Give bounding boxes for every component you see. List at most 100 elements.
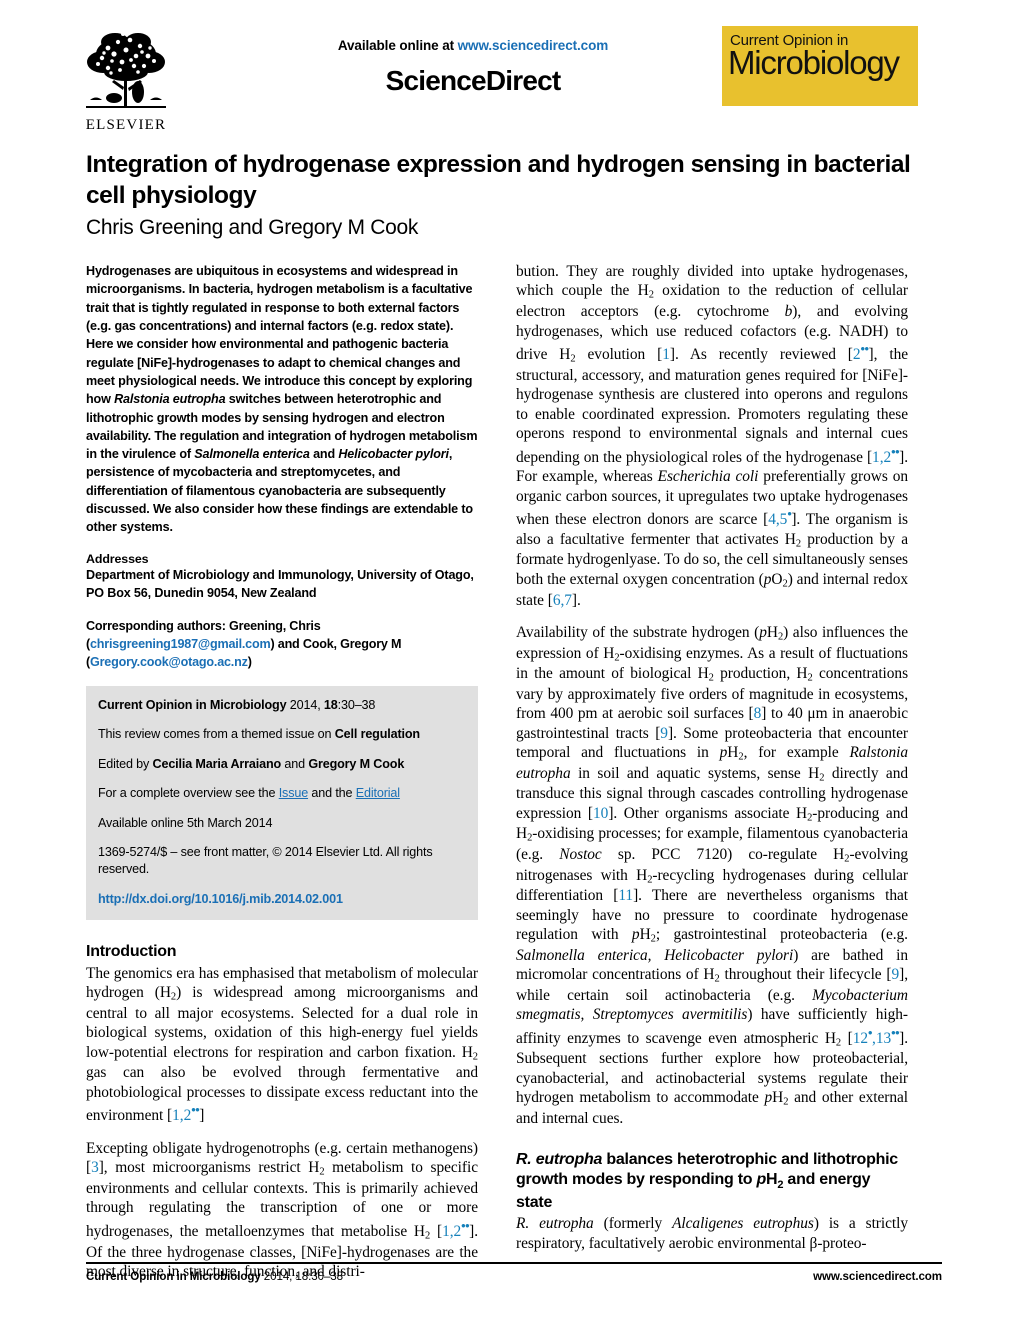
heading-seg-2: H [766,1170,778,1188]
corresponding-authors: Corresponding authors: Greening, Chris (… [86,618,478,672]
citation-ref-12[interactable]: 12• [853,1026,873,1047]
rp2-seg-5: production, H [713,665,808,683]
rp2-seg-29: H [772,1089,784,1107]
rp2-seg-9: H [727,744,739,762]
ref-number: 2 [852,346,861,364]
masthead: ELSEVIER Available online at www.science… [78,24,942,140]
ref-stars: •• [860,342,869,357]
corresponding-email-1[interactable]: chrisgreening1987@gmail.com [90,637,271,651]
journal-article-page: ELSEVIER Available online at www.science… [0,0,1020,1323]
journal-logo-main-text: Microbiology [728,44,900,81]
doi-link-wrapper: http://dx.doi.org/10.1016/j.mib.2014.02.… [98,891,466,908]
address-line-2: PO Box 56, Dunedin 9054, New Zealand [86,585,317,600]
citation-ref-13[interactable]: 13•• [875,1026,900,1047]
heading-italic-1: R. eutropha [516,1151,603,1169]
citation-ref-2[interactable]: 2•• [852,342,869,364]
right-paragraph-1: bution. They are roughly divided into up… [516,262,908,610]
footer-journal-name: Current Opinion in Microbiology [86,1270,261,1283]
ref-number: 1,2 [172,1107,192,1125]
editor-name-1: Cecilia Maria Arraiano [152,756,282,771]
footer-citation: Current Opinion in Microbiology 2014, 18… [86,1270,343,1283]
citation-ref-1-2-b[interactable]: 1,2•• [442,1219,470,1240]
citation-ref-1[interactable]: 1 [662,346,670,363]
abstract-text: Hydrogenases are ubiquitous in ecosystem… [86,262,478,537]
page-title: Integration of hydrogenase expression an… [86,151,911,209]
ref-stars: •• [461,1218,470,1233]
rp2-seg-16: sp. PCC 7120) co-regulate H [601,845,845,863]
edited-by-join: and [281,756,309,771]
corresponding-email-2[interactable]: Gregory.cook@otago.ac.nz [90,655,248,669]
right-paragraph-3: R. eutropha (formerly Alcaligenes eutrop… [516,1214,908,1253]
p1-sub-2: 2 [472,1050,478,1062]
section-heading-introduction: Introduction [86,943,177,961]
citation-ref-1-2-c[interactable]: 1,2•• [872,445,900,466]
abstract-italic-3: Helicobacter pylori [338,447,449,462]
ref-stars: •• [191,1103,200,1118]
footer-website-link[interactable]: www.sciencedirect.com [813,1270,942,1283]
citation-ref-9[interactable]: 9 [660,725,668,742]
citation-ref-3[interactable]: 3 [91,1159,99,1176]
citation-ref-1-2[interactable]: 1,2•• [172,1103,200,1125]
rp3-italic-1: R. eutropha [516,1215,594,1233]
page-footer: Current Opinion in Microbiology 2014, 18… [86,1270,942,1283]
sciencedirect-wordmark: ScienceDirect [385,65,562,96]
citation-volume: 18 [323,698,338,713]
sciencedirect-block: Available online at www.sciencedirect.co… [258,38,688,97]
rp2-italic-1: p [759,623,767,641]
rp2-seg-1: Availability of the substrate hydrogen ( [516,623,760,641]
editor-name-2: Gregory M Cook [308,756,405,771]
right-column: bution. They are roughly divided into up… [516,262,908,1253]
ref-number: 4,5 [768,511,788,529]
front-matter-line: 1369-5274/$ – see front matter, © 2014 E… [98,844,433,877]
edited-by-prefix: Edited by [98,756,153,771]
intro-paragraph-1: The genomics era has emphasised that met… [86,964,478,1126]
ref-stars: •• [891,444,900,459]
citation-ref-6-7[interactable]: 6,7 [553,592,572,609]
rp1-seg-4: evolution [ [575,346,663,364]
editorial-link[interactable]: Editorial [356,786,400,800]
rp1-seg-11: O [771,570,783,588]
citation-pages: :30–38 [337,698,376,713]
rp2-italic-5: p [631,926,640,944]
elsevier-logo: ELSEVIER [78,28,182,140]
journal-logo: Current Opinion in Microbiology [722,26,918,106]
rp2-seg-20: H [639,926,651,944]
left-column: Hydrogenases are ubiquitous in ecosystem… [86,262,478,1281]
themed-issue-prefix: This review comes from a themed issue on [98,727,335,742]
abstract-italic-2: Salmonella enterica [194,447,310,462]
issue-link[interactable]: Issue [279,786,309,800]
citation-ref-11[interactable]: 11 [618,887,633,904]
footer-divider [86,1262,942,1264]
heading-italic-p: p [756,1170,767,1188]
citation-ref-4-5[interactable]: 4,5• [768,507,792,529]
ref-number: 13 [875,1029,892,1047]
themed-issue-line: This review comes from a themed issue on… [98,726,466,743]
rp1-seg-5: ]. As recently reviewed [ [669,346,853,364]
edited-by-line: Edited by Cecilia Maria Arraiano and Gre… [98,756,466,773]
ref-number: 1,2 [442,1222,462,1240]
abstract-italic-1: Ralstonia eutropha [114,392,226,407]
available-online-date: Available online 5th March 2014 [98,815,273,830]
elsevier-tree-icon [86,32,166,108]
ref-number: 1,2 [872,448,892,466]
available-online-label: Available online at [337,38,454,53]
abstract-seg-1: Hydrogenases are ubiquitous in ecosystem… [86,264,473,407]
p2-seg-4: [ [430,1222,443,1240]
elsevier-wordmark: ELSEVIER [85,117,167,133]
addresses-text: Department of Microbiology and Immunolog… [86,567,478,603]
rp2-italic-6: Salmonella enterica, Helicobacter pylori [516,946,794,964]
rp2-seg-21: ; gastrointestinal proteobacteria (e.g. [655,926,908,944]
article-info-box: Current Opinion in Microbiology 2014, 18… [86,686,478,921]
rp1-seg-13: ]. [571,591,581,609]
abstract-seg-3: and [309,447,339,462]
rp1-italic-2: Escherichia coli [657,468,759,486]
sciencedirect-url-link[interactable]: www.sciencedirect.com [458,38,609,53]
rp2-italic-8: p [764,1089,773,1107]
doi-link[interactable]: http://dx.doi.org/10.1016/j.mib.2014.02.… [98,892,343,906]
rp2-seg-26: [ [841,1029,853,1047]
citation-ref-9-b[interactable]: 9 [891,966,899,983]
citation-ref-10[interactable]: 10 [593,805,608,822]
rp2-seg-23: throughout their lifecycle [ [719,966,892,984]
corresponding-suffix: ) [247,655,252,670]
citation-year: 2014, [286,698,324,713]
